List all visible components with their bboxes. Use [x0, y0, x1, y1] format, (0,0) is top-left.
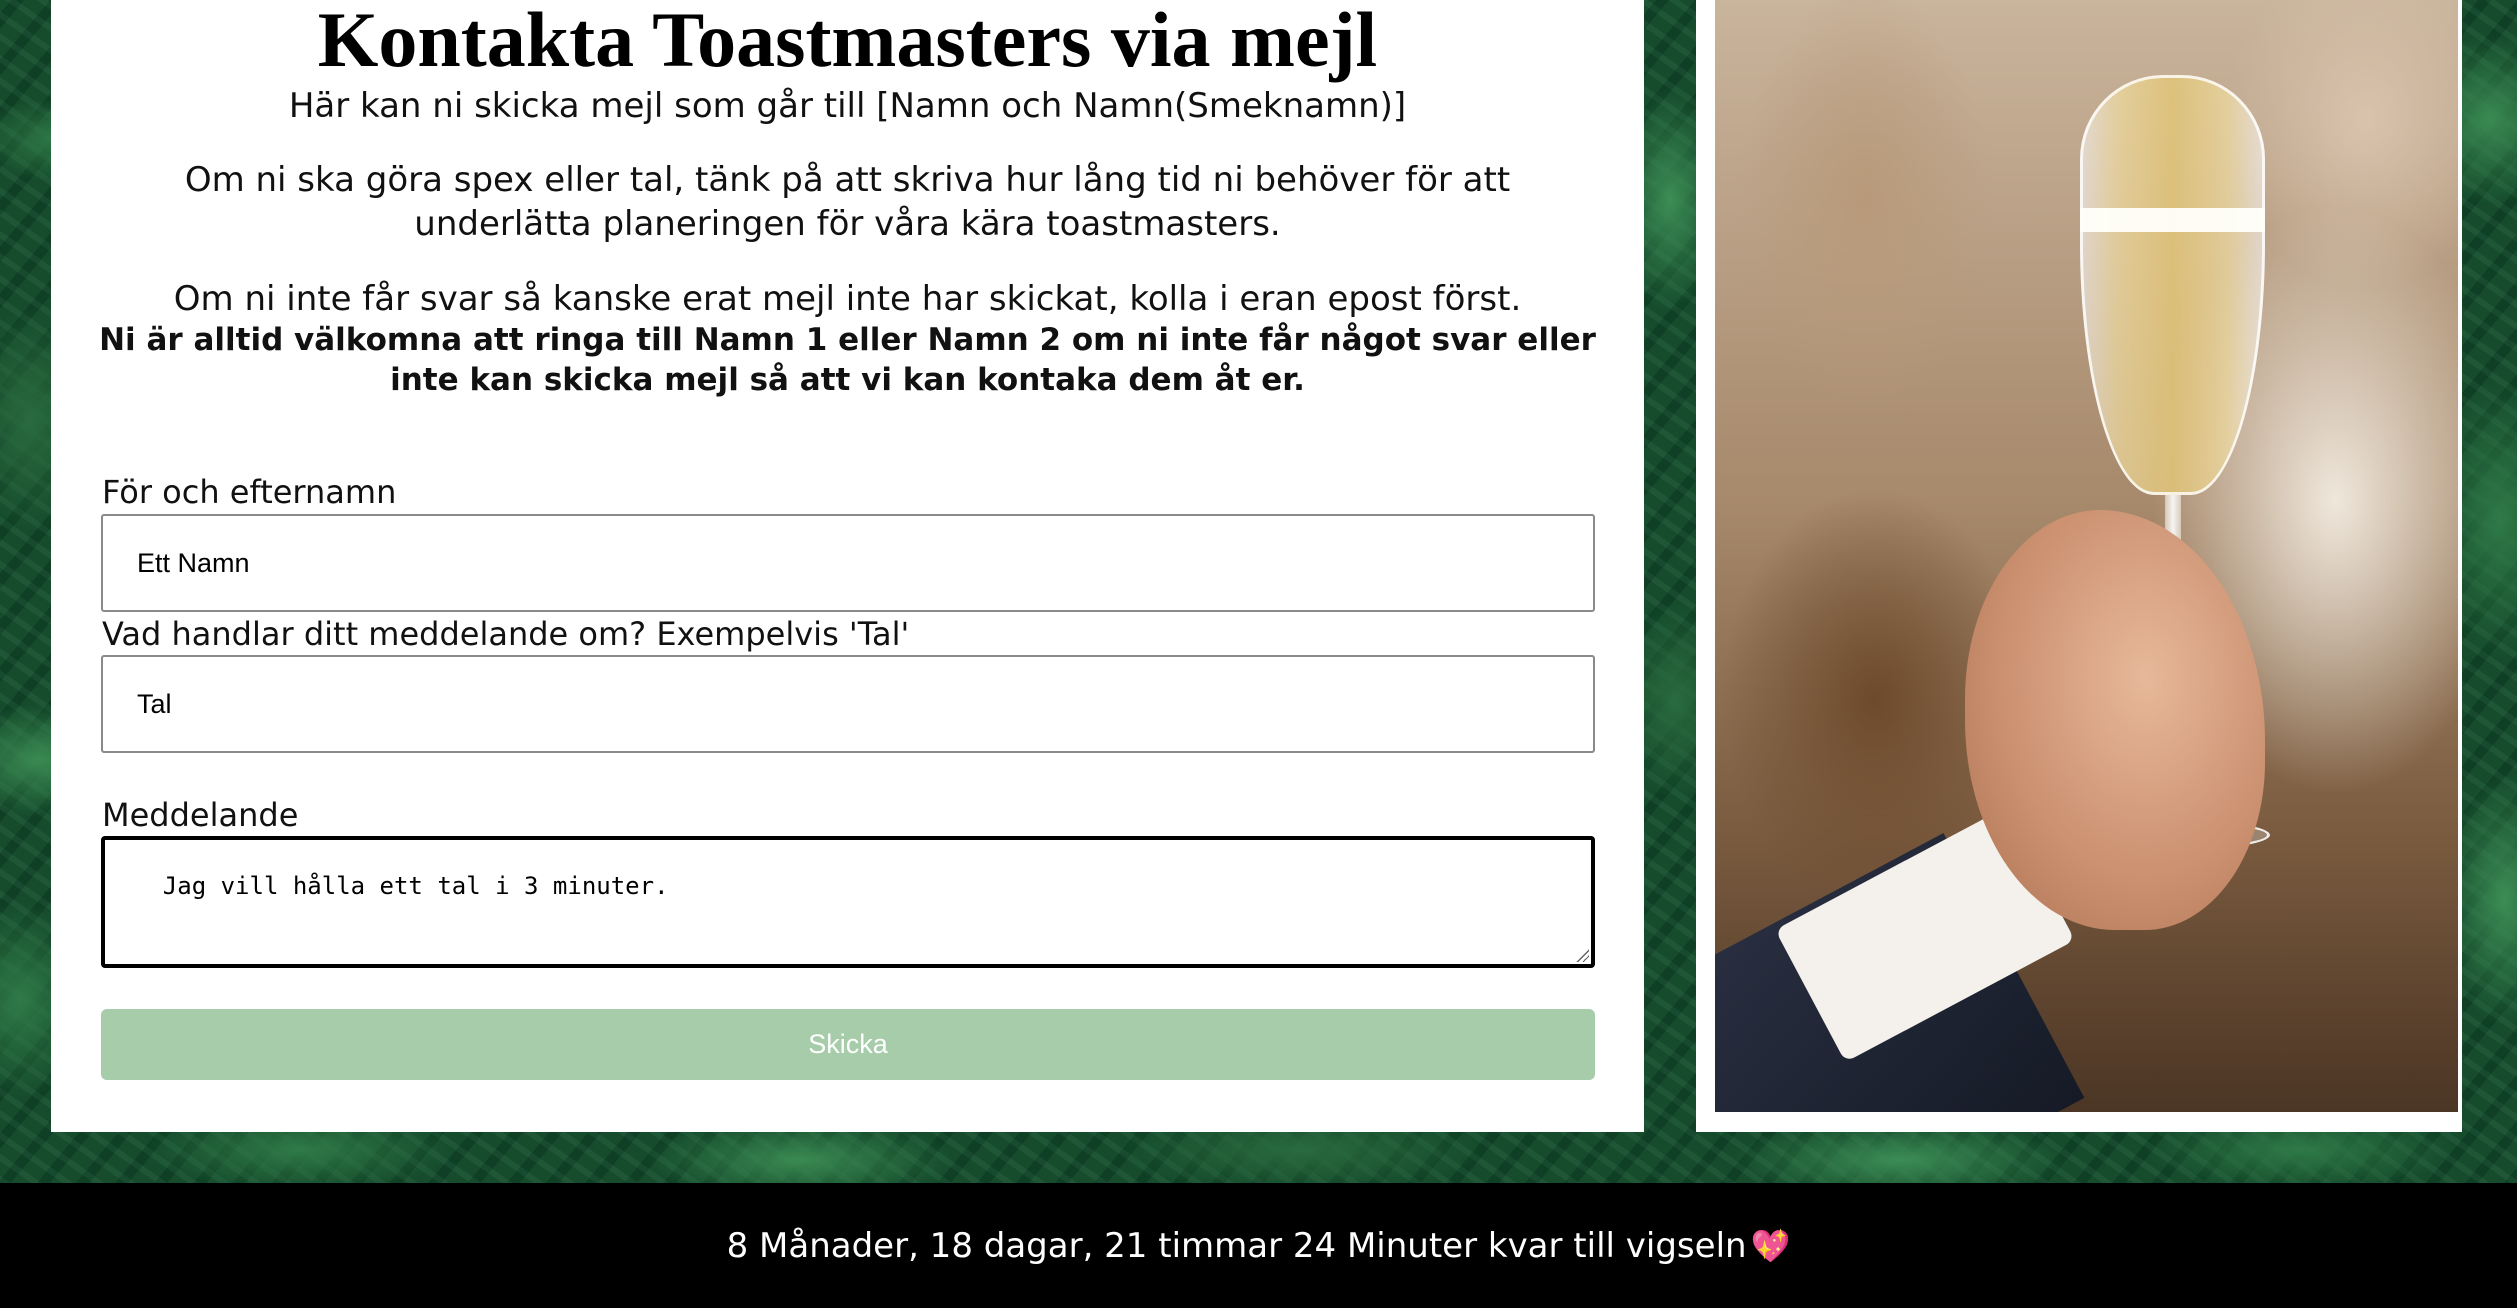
send-button[interactable]: Skicka [101, 1009, 1595, 1080]
subtitle: Här kan ni skicka mejl som går till [Nam… [288, 86, 1407, 126]
footer-bar: 8 Månader, 18 dagar, 21 timmar 24 Minute… [0, 1183, 2517, 1308]
message-label: Meddelande [102, 796, 299, 834]
subject-input[interactable]: Tal [101, 655, 1595, 753]
info-paragraph-call: Ni är alltid välkomna att ringa till Nam… [99, 322, 1596, 398]
champagne-glass-icon [2080, 75, 2265, 495]
photo-glass-foam [2080, 208, 2265, 232]
subject-input-value: Tal [137, 688, 172, 719]
wedding-countdown: 8 Månader, 18 dagar, 21 timmar 24 Minute… [727, 1226, 1791, 1266]
info-paragraph-timing: Om ni ska göra spex eller tal, tänk på a… [184, 160, 1511, 244]
message-textarea-value: Jag vill hålla ett tal i 3 minuter. [162, 872, 669, 900]
resize-grip-icon[interactable] [1575, 948, 1589, 962]
heart-icon: 💖 [1750, 1226, 1791, 1265]
message-textarea[interactable]: Jag vill hålla ett tal i 3 minuter. [101, 836, 1595, 968]
subject-label: Vad handlar ditt meddelande om? Exempelv… [102, 615, 910, 653]
info-paragraph-no-reply: Om ni inte får svar så kanske erat mejl … [173, 279, 1522, 319]
countdown-text: 8 Månader, 18 dagar, 21 timmar 24 Minute… [726, 1225, 1747, 1266]
photo-frame [1696, 0, 2462, 1132]
champagne-toast-photo [1715, 0, 2458, 1112]
name-label: För och efternamn [102, 473, 397, 511]
name-input-value: Ett Namn [137, 547, 250, 578]
contact-card: Kontakta Toastmasters via mejl Här kan n… [51, 0, 1644, 1132]
name-input[interactable]: Ett Namn [101, 514, 1595, 612]
page-title: Kontakta Toastmasters via mejl [317, 0, 1378, 83]
photo-hand [1965, 510, 2265, 930]
